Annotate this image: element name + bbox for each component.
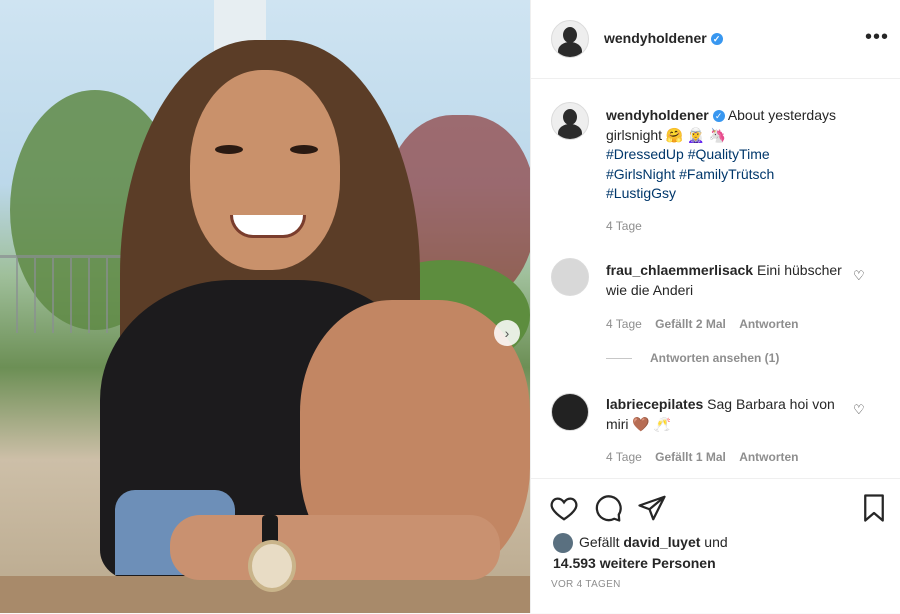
share-icon[interactable] xyxy=(637,493,667,523)
avatar[interactable] xyxy=(551,102,589,140)
avatar[interactable] xyxy=(551,393,589,431)
comment-icon[interactable] xyxy=(593,493,623,523)
hashtag-link[interactable]: #GirlsNight #FamilyTrütsch xyxy=(606,166,774,182)
chevron-right-icon[interactable]: › xyxy=(494,320,520,346)
comment-age: 4 Tage xyxy=(606,317,642,331)
heart-icon[interactable] xyxy=(549,493,579,523)
post-photo[interactable]: › xyxy=(0,0,530,613)
post-panel: wendyholdener ✓ ••• wendyholdener ✓ About … xyxy=(530,0,900,613)
post-actions: Gefällt david_luyet und 14.593 weitere P… xyxy=(531,478,900,614)
verified-icon: ✓ xyxy=(712,110,725,123)
verified-icon: ✓ xyxy=(710,33,723,46)
hashtag-link[interactable]: #DressedUp #QualityTime xyxy=(606,146,770,162)
liker-username[interactable]: david_luyet xyxy=(623,534,700,550)
eye xyxy=(215,145,243,154)
heart-icon[interactable]: ♡ xyxy=(853,402,865,418)
comment-text: frau_chlaemmerlisack Eini hübscher wie d… xyxy=(606,260,856,300)
heart-icon[interactable]: ♡ xyxy=(853,268,865,284)
face xyxy=(190,70,340,270)
comment-text: labriecepilates Sag Barbara hoi von miri… xyxy=(606,394,856,434)
avatar[interactable] xyxy=(551,20,589,58)
eye xyxy=(290,145,318,154)
post-username[interactable]: wendyholdener ✓ xyxy=(604,30,723,46)
reply-button[interactable]: Antworten xyxy=(739,450,798,464)
avatar[interactable] xyxy=(553,533,573,554)
more-icon[interactable]: ••• xyxy=(865,26,889,49)
post-date: VOR 4 TAGEN xyxy=(551,579,621,590)
forearm xyxy=(170,515,500,580)
comment-username[interactable]: frau_chlaemmerlisack xyxy=(606,262,753,278)
comment-likes[interactable]: Gefällt 2 Mal xyxy=(655,317,726,331)
avatar[interactable] xyxy=(551,258,589,296)
likes-others[interactable]: 14.593 weitere Personen xyxy=(553,555,716,571)
comment-age: 4 Tage xyxy=(606,450,642,464)
comment-meta: 4 Tage Gefällt 2 Mal Antworten xyxy=(606,317,809,331)
bookmark-icon[interactable] xyxy=(859,493,889,523)
reply-button[interactable]: Antworten xyxy=(739,317,798,331)
comment-username[interactable]: labriecepilates xyxy=(606,396,703,412)
post-header: wendyholdener ✓ ••• xyxy=(531,0,900,79)
hashtag-link[interactable]: #LustigGsy xyxy=(606,185,676,201)
likes-summary: Gefällt david_luyet und 14.593 weitere P… xyxy=(553,533,728,572)
smile xyxy=(230,215,306,238)
caption-text: wendyholdener ✓ About yesterdays girlsnig… xyxy=(606,106,876,204)
comment-likes[interactable]: Gefällt 1 Mal xyxy=(655,450,726,464)
comment-meta: 4 Tage Gefällt 1 Mal Antworten xyxy=(606,450,809,464)
caption-age: 4 Tage xyxy=(606,219,642,233)
caption-username[interactable]: wendyholdener xyxy=(606,107,709,123)
view-replies-button[interactable]: Antworten ansehen (1) xyxy=(606,351,779,365)
watch xyxy=(248,540,296,592)
